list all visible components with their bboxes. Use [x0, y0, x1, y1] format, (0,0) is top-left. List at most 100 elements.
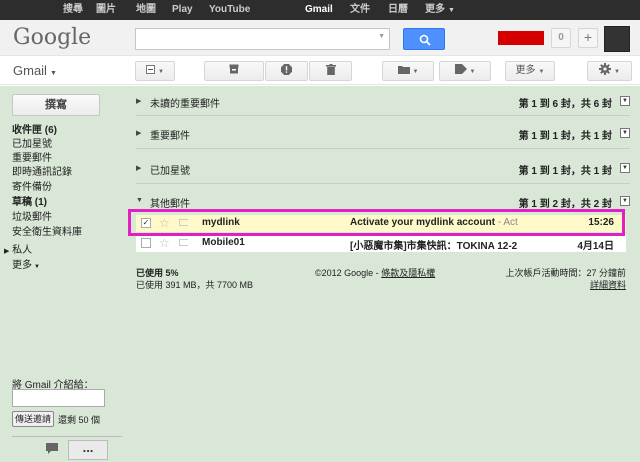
chevron-down-icon: ▼: [412, 69, 419, 75]
main-content: ▶ 未讀的重要郵件 第 1 到 6 封，共 6 封 ▼ ▶ 重要郵件 第 1 到…: [130, 86, 640, 462]
mail-date: 4月14日: [577, 241, 614, 252]
expand-arrow-icon: ▶: [4, 248, 10, 255]
trash-icon: [325, 64, 336, 75]
google-top-bar: 搜尋 圖片 地圖 Play YouTube Gmail 文件 日曆 更多 ▼: [0, 0, 640, 20]
archive-button[interactable]: [204, 61, 264, 81]
nav-docs[interactable]: 文件: [350, 0, 370, 20]
delete-button[interactable]: [309, 61, 352, 81]
section-important[interactable]: ▶ 重要郵件 第 1 到 1 封，共 1 封 ▼: [136, 127, 630, 142]
section-options-icon[interactable]: ▼: [620, 163, 630, 173]
mail-checkbox[interactable]: [141, 238, 151, 248]
section-options-icon[interactable]: ▼: [620, 196, 630, 206]
star-icon[interactable]: ☆: [159, 236, 170, 250]
google-logo[interactable]: Google: [13, 25, 91, 50]
section-count: 第 1 到 1 封，共 1 封: [518, 166, 612, 177]
chevron-down-icon: ▼: [469, 69, 476, 75]
nav-gmail[interactable]: Gmail: [305, 0, 333, 20]
nav-images[interactable]: 圖片: [96, 0, 116, 20]
copyright-text: ©2012 Google -: [315, 268, 382, 278]
chevron-down-icon: ▼: [49, 70, 57, 77]
divider: [136, 148, 630, 149]
sidebar-item-important[interactable]: 重要郵件: [12, 152, 52, 165]
send-invite-button[interactable]: 傳送邀請: [12, 411, 54, 427]
section-options-icon[interactable]: ▼: [620, 128, 630, 138]
section-options-icon[interactable]: ▼: [620, 96, 630, 106]
section-starred[interactable]: ▶ 已加星號 第 1 到 1 封，共 1 封 ▼: [136, 162, 630, 177]
more-actions-label: 更多: [515, 65, 536, 76]
more-options-button[interactable]: ...: [68, 440, 108, 460]
redacted-username: [498, 31, 544, 45]
terms-link[interactable]: 條款及隱私權: [381, 268, 435, 278]
chevron-down-icon: ▼: [448, 7, 455, 14]
section-title: 已加星號: [150, 166, 190, 177]
label-icon: [454, 64, 467, 74]
sidebar-item-inbox[interactable]: 收件匣 (6): [12, 124, 57, 137]
divider: [136, 183, 630, 184]
storage-usage: 已使用 5% 已使用 391 MB，共 7700 MB: [136, 267, 253, 291]
select-button[interactable]: ▼: [135, 61, 175, 81]
nav-calendar[interactable]: 日曆: [388, 0, 408, 20]
search-options-icon[interactable]: ▼: [378, 33, 385, 40]
last-activity: 上次帳戶活動時間：27 分鐘前 詳細資料: [505, 267, 626, 291]
report-spam-icon: [281, 64, 292, 75]
chat-bar: ...: [12, 436, 122, 462]
gear-icon: [599, 63, 612, 75]
nav-youtube[interactable]: YouTube: [209, 0, 250, 20]
chat-icon[interactable]: [46, 443, 58, 454]
details-link[interactable]: 詳細資料: [505, 279, 626, 291]
nav-more-label: 更多: [425, 4, 445, 15]
report-spam-button[interactable]: [265, 61, 308, 81]
avatar[interactable]: [604, 26, 630, 52]
sidebar-item-starred[interactable]: 已加星號: [12, 138, 52, 151]
sidebar-item-sent[interactable]: 寄件備份: [12, 181, 52, 194]
sidebar-item-drafts[interactable]: 草稿 (1): [12, 196, 47, 209]
notifications-button[interactable]: 0: [551, 28, 571, 48]
copyright: ©2012 Google - 條款及隱私權: [315, 267, 435, 279]
section-count: 第 1 到 2 封，共 2 封: [518, 199, 612, 210]
importance-marker-icon[interactable]: [179, 239, 188, 246]
folder-icon: [397, 66, 410, 74]
sidebar: 撰寫 收件匣 (6) 已加星號 重要郵件 即時通訊記錄 寄件備份 草稿 (1) …: [0, 86, 130, 462]
sidebar-item-health-db[interactable]: 安全衛生資料庫: [12, 226, 82, 239]
settings-button[interactable]: ▼: [587, 61, 632, 81]
header: Google ▼ 0 +: [0, 20, 640, 56]
gmail-menu[interactable]: Gmail ▼: [13, 63, 57, 78]
nav-more[interactable]: 更多 ▼: [425, 0, 455, 20]
divider: [136, 115, 630, 116]
nav-play[interactable]: Play: [172, 0, 193, 20]
section-count: 第 1 到 1 封，共 1 封: [518, 131, 612, 142]
archive-icon: [229, 64, 239, 74]
sidebar-item-personal[interactable]: ▶ 私人: [4, 241, 32, 256]
search-icon: [419, 34, 431, 46]
section-count: 第 1 到 6 封，共 6 封: [518, 99, 612, 110]
more-actions-button[interactable]: 更多 ▼: [505, 61, 555, 81]
labels-button[interactable]: ▼: [439, 61, 491, 81]
move-to-button[interactable]: ▼: [382, 61, 434, 81]
expand-arrow-icon: ▶: [136, 165, 142, 172]
mail-row[interactable]: ☆ Mobile01 [小惡魔市集]市集快訊：TOKINA 12-2 4月14日: [136, 235, 626, 252]
sidebar-more[interactable]: 更多 ▼: [12, 256, 40, 271]
section-title: 其他郵件: [150, 199, 190, 210]
section-other[interactable]: ▼ 其他郵件 第 1 到 2 封，共 2 封 ▼: [136, 195, 630, 210]
sidebar-item-spam[interactable]: 垃圾郵件: [12, 211, 52, 224]
storage-percent: 已使用 5%: [136, 268, 179, 278]
invite-email-input[interactable]: [12, 389, 105, 407]
sidebar-item-personal-label: 私人: [12, 245, 33, 256]
chevron-down-icon: ▼: [614, 69, 620, 75]
expand-arrow-icon: ▶: [136, 130, 142, 137]
share-button[interactable]: +: [578, 28, 598, 48]
sidebar-item-chats[interactable]: 即時通訊記錄: [12, 166, 72, 179]
nav-search[interactable]: 搜尋: [63, 0, 83, 20]
search-button[interactable]: [403, 28, 445, 50]
chevron-down-icon: ▼: [34, 264, 40, 270]
mail-subject: [小惡魔市集]市集快訊：TOKINA 12-2: [350, 241, 518, 252]
storage-detail: 已使用 391 MB，共 7700 MB: [136, 280, 254, 290]
mail-sender: Mobile01: [202, 237, 245, 248]
compose-button[interactable]: 撰寫: [12, 94, 100, 116]
invites-remaining: 還剩 50 個: [58, 415, 101, 425]
sidebar-more-label: 更多: [12, 260, 32, 271]
section-unread-important[interactable]: ▶ 未讀的重要郵件 第 1 到 6 封，共 6 封 ▼: [136, 95, 630, 110]
search-input[interactable]: ▼: [135, 28, 390, 50]
nav-maps[interactable]: 地圖: [136, 0, 156, 20]
gmail-menu-label: Gmail: [13, 63, 47, 78]
